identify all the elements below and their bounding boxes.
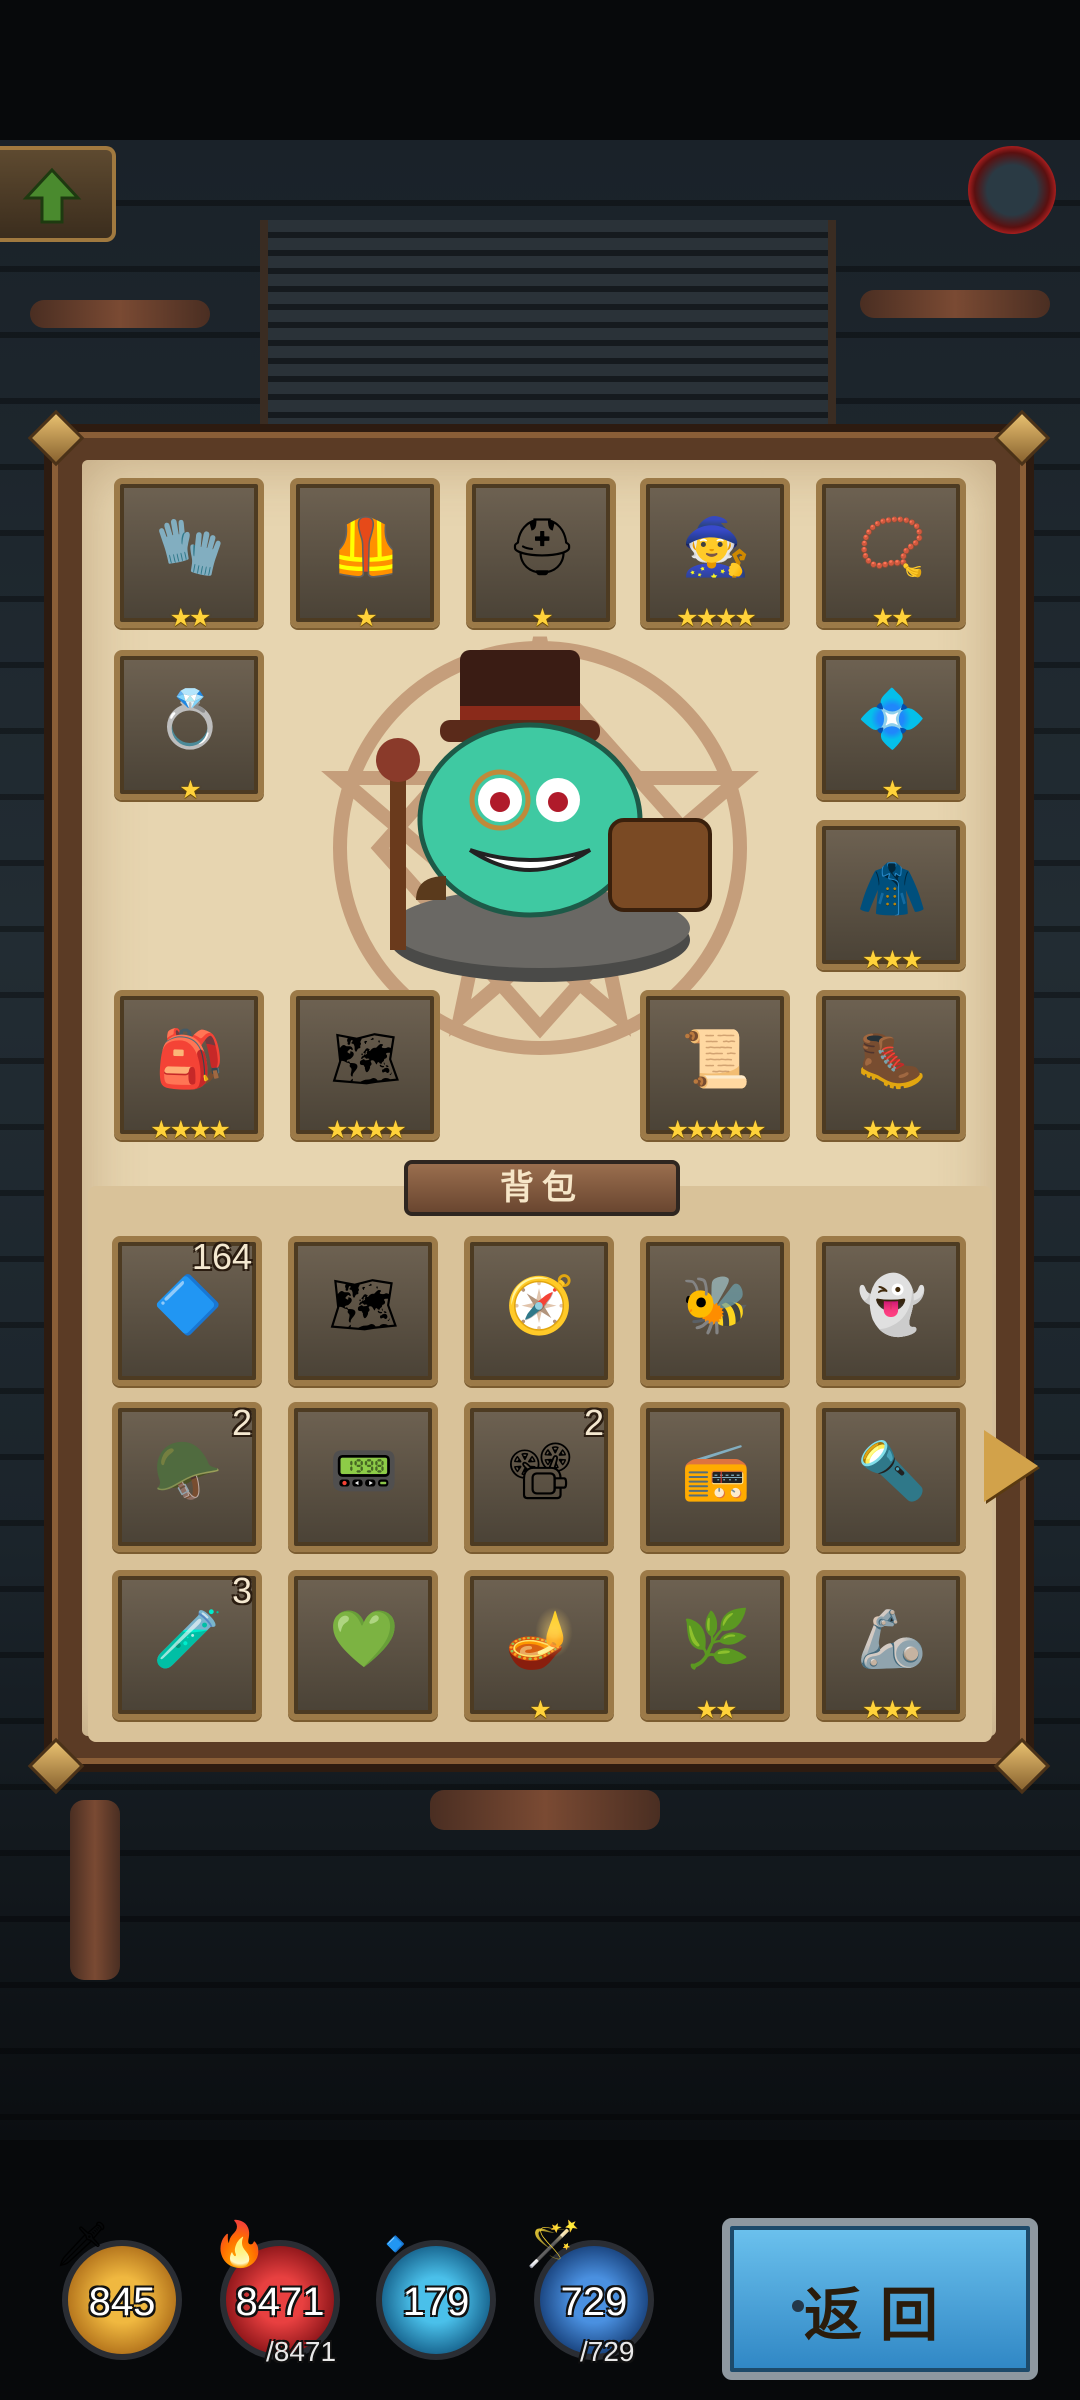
sword-icon: 🗡 — [54, 2219, 110, 2270]
item-count: 2 — [231, 1402, 252, 1443]
defense-stat: 🔹 179 — [368, 2219, 496, 2360]
star-rating: ★★★★★ — [666, 1115, 766, 1144]
star-rating: ★ — [529, 1695, 551, 1724]
emerald-icon: 💚 — [329, 1607, 399, 1672]
armor-icon: 🦺 — [331, 515, 401, 580]
next-page-arrow-icon[interactable] — [984, 1430, 1038, 1502]
scroll-icon: 📜 — [681, 1027, 751, 1092]
star-rating: ★★★★ — [676, 603, 757, 632]
equip-slot-backpack[interactable]: 🎒 ★★★★ — [114, 990, 264, 1144]
boots-icon: 🥾 — [857, 1027, 927, 1092]
torch-icon: 🔥 — [212, 2219, 267, 2270]
magic-lamp-icon: 🪔 — [505, 1607, 575, 1672]
equip-slot-armor[interactable]: 🦺 ★ — [290, 478, 440, 632]
star-rating: ★ — [355, 603, 377, 632]
star-rating: ★★★ — [861, 945, 923, 974]
staff-icon: 🪄 — [526, 2219, 581, 2270]
equip-slot-helmet[interactable]: ⛑ ★ — [466, 478, 616, 632]
defense-value: 179 — [402, 2280, 470, 2324]
pipe — [860, 290, 1050, 318]
level-up-button[interactable] — [0, 146, 116, 242]
equip-slot-map[interactable]: 🗺 ★★★★ — [290, 990, 440, 1144]
device-icon: 📟 — [329, 1439, 399, 1504]
bag-item-capsule[interactable]: 🔦 — [816, 1402, 966, 1552]
health-value: 8471 — [235, 2280, 325, 2324]
bag-item-crystal[interactable]: 🔷 164 — [112, 1236, 262, 1386]
bag-item-potion[interactable]: 🧪 3 — [112, 1570, 262, 1720]
up-arrow-icon — [22, 167, 82, 224]
equip-slot-ring[interactable]: 💍 ★ — [114, 650, 264, 804]
health-stat: 🔥 8471 /8471 — [212, 2219, 340, 2367]
item-count: 164 — [191, 1236, 252, 1277]
back-button[interactable]: 返回 — [722, 2218, 1038, 2380]
ghost-icon: 👻 — [857, 1273, 927, 1338]
bag-item-ghost[interactable]: 👻 — [816, 1236, 966, 1386]
item-count: 3 — [231, 1570, 252, 1611]
projector-icon: 📽 — [504, 1439, 576, 1504]
plant-boots-icon: 🌿 — [681, 1607, 751, 1672]
crystal-wand-icon: 🔹 — [368, 2219, 423, 2270]
equip-slot-hat[interactable]: 🧙 ★★★★ — [640, 478, 790, 632]
back-button-label: 返回 — [803, 2281, 956, 2349]
bag-item-compass[interactable]: 🧭 — [464, 1236, 614, 1386]
avatar-button[interactable] — [968, 146, 1056, 234]
star-rating: ★★★ — [861, 1115, 923, 1144]
radio-icon: 📻 — [681, 1439, 751, 1504]
shutter-door — [260, 220, 836, 440]
treasure-map-icon: 🗺 — [328, 1273, 400, 1338]
map-icon: 🗺 — [330, 1027, 402, 1092]
bag-item-treasure-map[interactable]: 🗺 — [288, 1236, 438, 1386]
sapphire-ring-icon: 💠 — [857, 687, 927, 752]
bag-item-claw[interactable]: 🦾 ★★★ — [816, 1570, 966, 1724]
bag-title: 背包 — [404, 1160, 680, 1216]
star-rating: ★★ — [871, 603, 914, 632]
beehive-icon: 🐝 — [681, 1273, 751, 1338]
equip-slot-scroll[interactable]: 📜 ★★★★★ — [640, 990, 790, 1144]
star-rating: ★ — [179, 775, 201, 804]
witch-hat-icon: 🧙 — [681, 515, 751, 580]
bag-item-plant-boots[interactable]: 🌿 ★★ — [640, 1570, 790, 1724]
bag-item-beehive[interactable]: 🐝 — [640, 1236, 790, 1386]
equip-slot-boots[interactable]: 🥾 ★★★ — [816, 990, 966, 1144]
star-rating: ★★ — [695, 1695, 738, 1724]
pipe — [430, 1790, 660, 1830]
backpack-icon: 🎒 — [155, 1027, 225, 1092]
equip-slot-ring-2[interactable]: 💠 ★ — [816, 650, 966, 804]
amulet-icon: 📿 — [857, 515, 927, 580]
health-max: /8471 — [266, 2336, 337, 2367]
bag-item-radio[interactable]: 📻 — [640, 1402, 790, 1552]
star-rating: ★★ — [169, 603, 212, 632]
compass-icon: 🧭 — [505, 1273, 575, 1338]
mana-max: /729 — [580, 2336, 635, 2367]
bag-item-device[interactable]: 📟 — [288, 1402, 438, 1552]
helmet-icon: ⛑ — [506, 515, 578, 580]
star-rating: ★★★★ — [326, 1115, 407, 1144]
bag-item-drill-helmet[interactable]: 🪖 2 — [112, 1402, 262, 1552]
star-rating: ★★★ — [861, 1695, 923, 1724]
equip-slot-gauntlets[interactable]: 🧤 ★★ — [114, 478, 264, 632]
mana-value: 729 — [560, 2280, 628, 2324]
bag-item-magic-lamp[interactable]: 🪔 ★ — [464, 1570, 614, 1724]
item-count: 2 — [583, 1402, 604, 1443]
slime-hero — [376, 650, 712, 982]
cloak-icon: 🧥 — [857, 857, 927, 922]
drill-helmet-icon: 🪖 — [153, 1439, 223, 1504]
star-rating: ★★★★ — [150, 1115, 231, 1144]
bag-item-projector[interactable]: 📽 2 — [464, 1402, 614, 1552]
attack-value: 845 — [88, 2280, 156, 2324]
pipe — [70, 1800, 120, 1980]
star-rating: ★ — [881, 775, 903, 804]
ring-icon: 💍 — [155, 687, 225, 752]
bag-item-emerald[interactable]: 💚 — [288, 1570, 438, 1720]
pipe — [30, 300, 210, 328]
mana-stat: 🪄 729 /729 — [526, 2219, 654, 2367]
star-rating: ★ — [531, 603, 553, 632]
claw-icon: 🦾 — [857, 1607, 927, 1672]
capsule-icon: 🔦 — [857, 1439, 927, 1504]
gauntlets-icon: 🧤 — [155, 515, 225, 580]
potion-icon: 🧪 — [153, 1607, 223, 1672]
equip-slot-cloak[interactable]: 🧥 ★★★ — [816, 820, 966, 974]
attack-stat: 🗡 845 — [54, 2219, 182, 2360]
equip-slot-amulet[interactable]: 📿 ★★ — [816, 478, 966, 632]
